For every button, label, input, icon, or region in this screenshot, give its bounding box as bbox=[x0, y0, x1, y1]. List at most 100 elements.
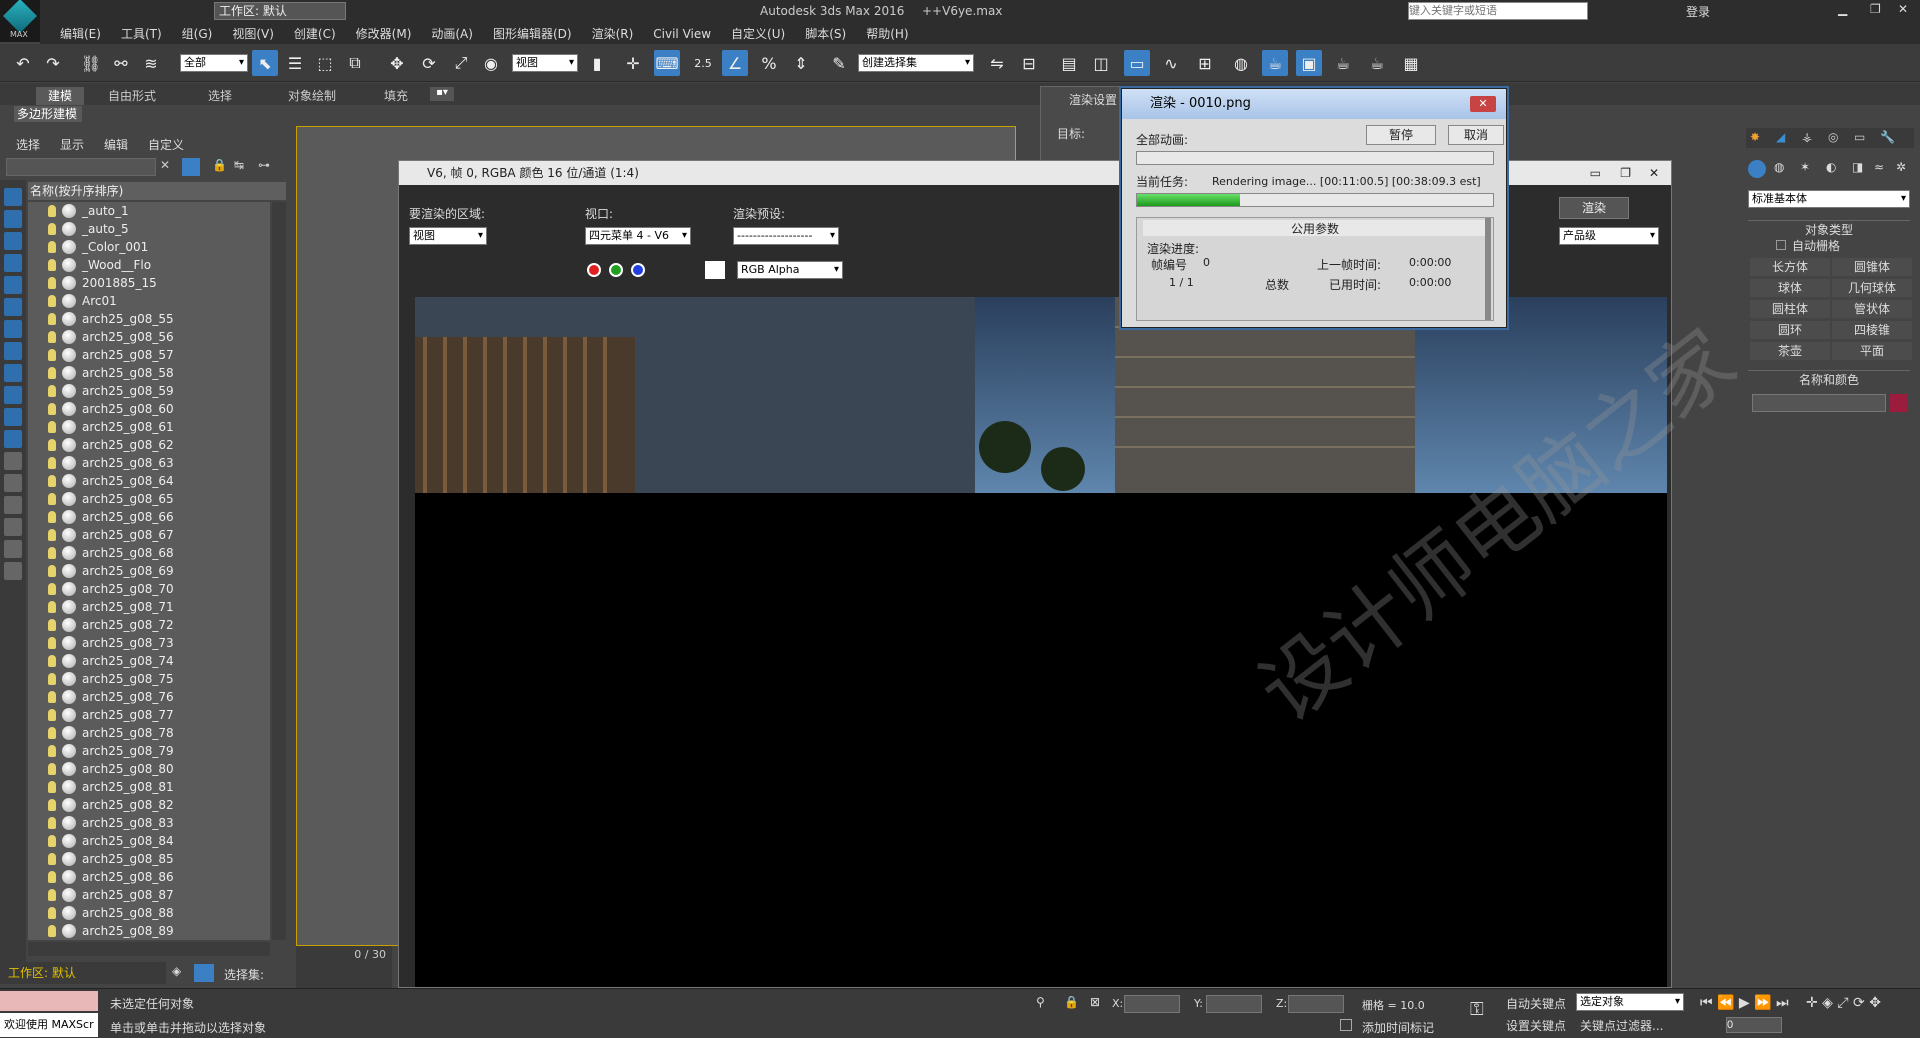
rendered-frame-window-icon[interactable]: ▣ bbox=[1296, 50, 1322, 76]
shapes-icon[interactable]: ◍ bbox=[1774, 160, 1784, 174]
area-dropdown[interactable]: 视图 bbox=[409, 227, 487, 245]
list-item[interactable]: arch25_g08_60 bbox=[28, 400, 270, 418]
list-item[interactable]: arch25_g08_58 bbox=[28, 364, 270, 382]
bind-space-warp-icon[interactable]: ≋ bbox=[138, 50, 164, 76]
absolute-mode-icon[interactable]: ⊠ bbox=[1090, 995, 1100, 1009]
explorer-filter-icon[interactable] bbox=[4, 210, 22, 228]
helpers-icon[interactable]: ◨ bbox=[1852, 160, 1863, 174]
render-mode-dropdown[interactable]: 产品级 bbox=[1559, 227, 1659, 245]
list-item[interactable]: arch25_g08_57 bbox=[28, 346, 270, 364]
reference-coord-dropdown[interactable]: 视图 bbox=[512, 54, 578, 72]
current-frame-input[interactable] bbox=[1726, 1017, 1782, 1033]
lights-icon[interactable]: ✶ bbox=[1800, 160, 1810, 174]
modify-tab-icon[interactable]: ◢ bbox=[1776, 130, 1785, 144]
selection-filter[interactable]: 全部 bbox=[180, 54, 248, 72]
list-scrollbar[interactable] bbox=[272, 202, 286, 940]
red-channel-toggle[interactable] bbox=[587, 263, 601, 277]
object-name-input[interactable] bbox=[1752, 394, 1886, 412]
light-bulb-icon[interactable] bbox=[48, 781, 56, 793]
explorer-filter-icon[interactable] bbox=[4, 540, 22, 558]
list-item[interactable]: _Color_001 bbox=[28, 238, 270, 256]
redo-icon[interactable]: ↷ bbox=[40, 50, 66, 76]
snap-toggle[interactable]: 2.5 bbox=[690, 50, 716, 76]
render-production-icon[interactable]: ☕ bbox=[1330, 50, 1356, 76]
light-bulb-icon[interactable] bbox=[48, 925, 56, 937]
list-item[interactable]: arch25_g08_55 bbox=[28, 310, 270, 328]
light-bulb-icon[interactable] bbox=[48, 385, 56, 397]
list-item[interactable]: arch25_g08_67 bbox=[28, 526, 270, 544]
list-item[interactable]: arch25_g08_69 bbox=[28, 562, 270, 580]
light-bulb-icon[interactable] bbox=[48, 223, 56, 235]
explorer-filter-icon[interactable] bbox=[4, 474, 22, 492]
minimize-button[interactable]: ▁ bbox=[1838, 2, 1847, 16]
fw-minimize-button[interactable]: ▭ bbox=[1590, 161, 1601, 185]
explorer-filter-icon[interactable] bbox=[4, 518, 22, 536]
list-item[interactable]: arch25_g08_73 bbox=[28, 634, 270, 652]
workspace-dropdown[interactable]: 工作区: 默认 bbox=[214, 2, 346, 20]
ribbon-subtab[interactable]: 多边形建模 bbox=[14, 106, 82, 122]
list-item[interactable]: arch25_g08_80 bbox=[28, 760, 270, 778]
light-bulb-icon[interactable] bbox=[48, 421, 56, 433]
light-bulb-icon[interactable] bbox=[48, 277, 56, 289]
maxscript-mini-listener[interactable]: 欢迎使用 MAXScr bbox=[0, 1013, 98, 1037]
explorer-menu-item[interactable]: 自定义 bbox=[148, 136, 184, 153]
light-bulb-icon[interactable] bbox=[48, 547, 56, 559]
light-bulb-icon[interactable] bbox=[48, 403, 56, 415]
name-column-header[interactable]: 名称(按升序排序) bbox=[28, 182, 286, 200]
display-tab-icon[interactable]: ▭ bbox=[1854, 130, 1865, 144]
filter-icon[interactable] bbox=[182, 158, 200, 176]
light-bulb-icon[interactable] bbox=[48, 259, 56, 271]
light-bulb-icon[interactable] bbox=[48, 349, 56, 361]
list-item[interactable]: arch25_g08_62 bbox=[28, 436, 270, 454]
explorer-filter-icon[interactable] bbox=[4, 364, 22, 382]
playback-controls[interactable]: ⏮ ⏪ ▶ ⏩ ⏭ bbox=[1700, 995, 1789, 1011]
add-time-tag-icon[interactable] bbox=[1340, 1019, 1352, 1031]
light-bulb-icon[interactable] bbox=[48, 835, 56, 847]
list-item[interactable]: arch25_g08_76 bbox=[28, 688, 270, 706]
light-bulb-icon[interactable] bbox=[48, 691, 56, 703]
spinner-snap-icon[interactable]: ⇕ bbox=[788, 50, 814, 76]
list-item[interactable]: arch25_g08_72 bbox=[28, 616, 270, 634]
percent-snap-icon[interactable]: % bbox=[756, 50, 782, 76]
list-item[interactable]: arch25_g08_59 bbox=[28, 382, 270, 400]
object-type-button[interactable]: 四棱锥 bbox=[1832, 321, 1912, 339]
channel-dropdown[interactable]: RGB Alpha bbox=[737, 261, 843, 279]
list-item[interactable]: arch25_g08_89 bbox=[28, 922, 270, 940]
explorer-filter-icon[interactable] bbox=[4, 562, 22, 580]
object-type-button[interactable]: 圆锥体 bbox=[1832, 258, 1912, 276]
key-icon[interactable]: ⚿ bbox=[1470, 999, 1484, 1020]
scale-icon[interactable]: ⤢ bbox=[448, 50, 474, 76]
auto-key-button[interactable]: 自动关键点 bbox=[1506, 995, 1566, 1012]
ribbon-tab[interactable]: 对象绘制 bbox=[276, 87, 348, 105]
hierarchy-toggle-icon[interactable] bbox=[194, 964, 214, 982]
light-bulb-icon[interactable] bbox=[48, 889, 56, 901]
panel-scrollbar[interactable] bbox=[1485, 218, 1491, 320]
explorer-filter-icon[interactable] bbox=[4, 188, 22, 206]
object-type-button[interactable]: 球体 bbox=[1750, 279, 1830, 297]
move-icon[interactable]: ✥ bbox=[384, 50, 410, 76]
object-type-button[interactable]: 圆环 bbox=[1750, 321, 1830, 339]
list-item[interactable]: _Wood__Flo bbox=[28, 256, 270, 274]
light-bulb-icon[interactable] bbox=[48, 709, 56, 721]
menu-item[interactable]: 编辑(E) bbox=[50, 24, 111, 44]
select-object-icon[interactable]: ⬉ bbox=[252, 50, 278, 76]
explorer-filter-icon[interactable] bbox=[4, 298, 22, 316]
object-type-button[interactable]: 几何球体 bbox=[1832, 279, 1912, 297]
undo-icon[interactable]: ↶ bbox=[10, 50, 36, 76]
mirror-icon[interactable]: ⇋ bbox=[984, 50, 1010, 76]
list-item[interactable]: 2001885_15 bbox=[28, 274, 270, 292]
z-coord-input[interactable] bbox=[1288, 995, 1344, 1013]
cameras-icon[interactable]: ◐ bbox=[1826, 160, 1836, 174]
ribbon-tab[interactable]: 选择 bbox=[196, 87, 244, 105]
render-dialog-close-button[interactable]: ✕ bbox=[1470, 96, 1496, 112]
list-item[interactable]: arch25_g08_84 bbox=[28, 832, 270, 850]
explorer-filter-icon[interactable] bbox=[4, 386, 22, 404]
angle-snap-icon[interactable]: ∠ bbox=[722, 50, 748, 76]
list-item[interactable]: arch25_g08_68 bbox=[28, 544, 270, 562]
menu-item[interactable]: 组(G) bbox=[172, 24, 223, 44]
select-place-icon[interactable]: ◉ bbox=[478, 50, 504, 76]
object-type-button[interactable]: 长方体 bbox=[1750, 258, 1830, 276]
explorer-filter-icon[interactable] bbox=[4, 430, 22, 448]
green-channel-toggle[interactable] bbox=[609, 263, 623, 277]
curve-editor-icon[interactable]: ∿ bbox=[1158, 50, 1184, 76]
